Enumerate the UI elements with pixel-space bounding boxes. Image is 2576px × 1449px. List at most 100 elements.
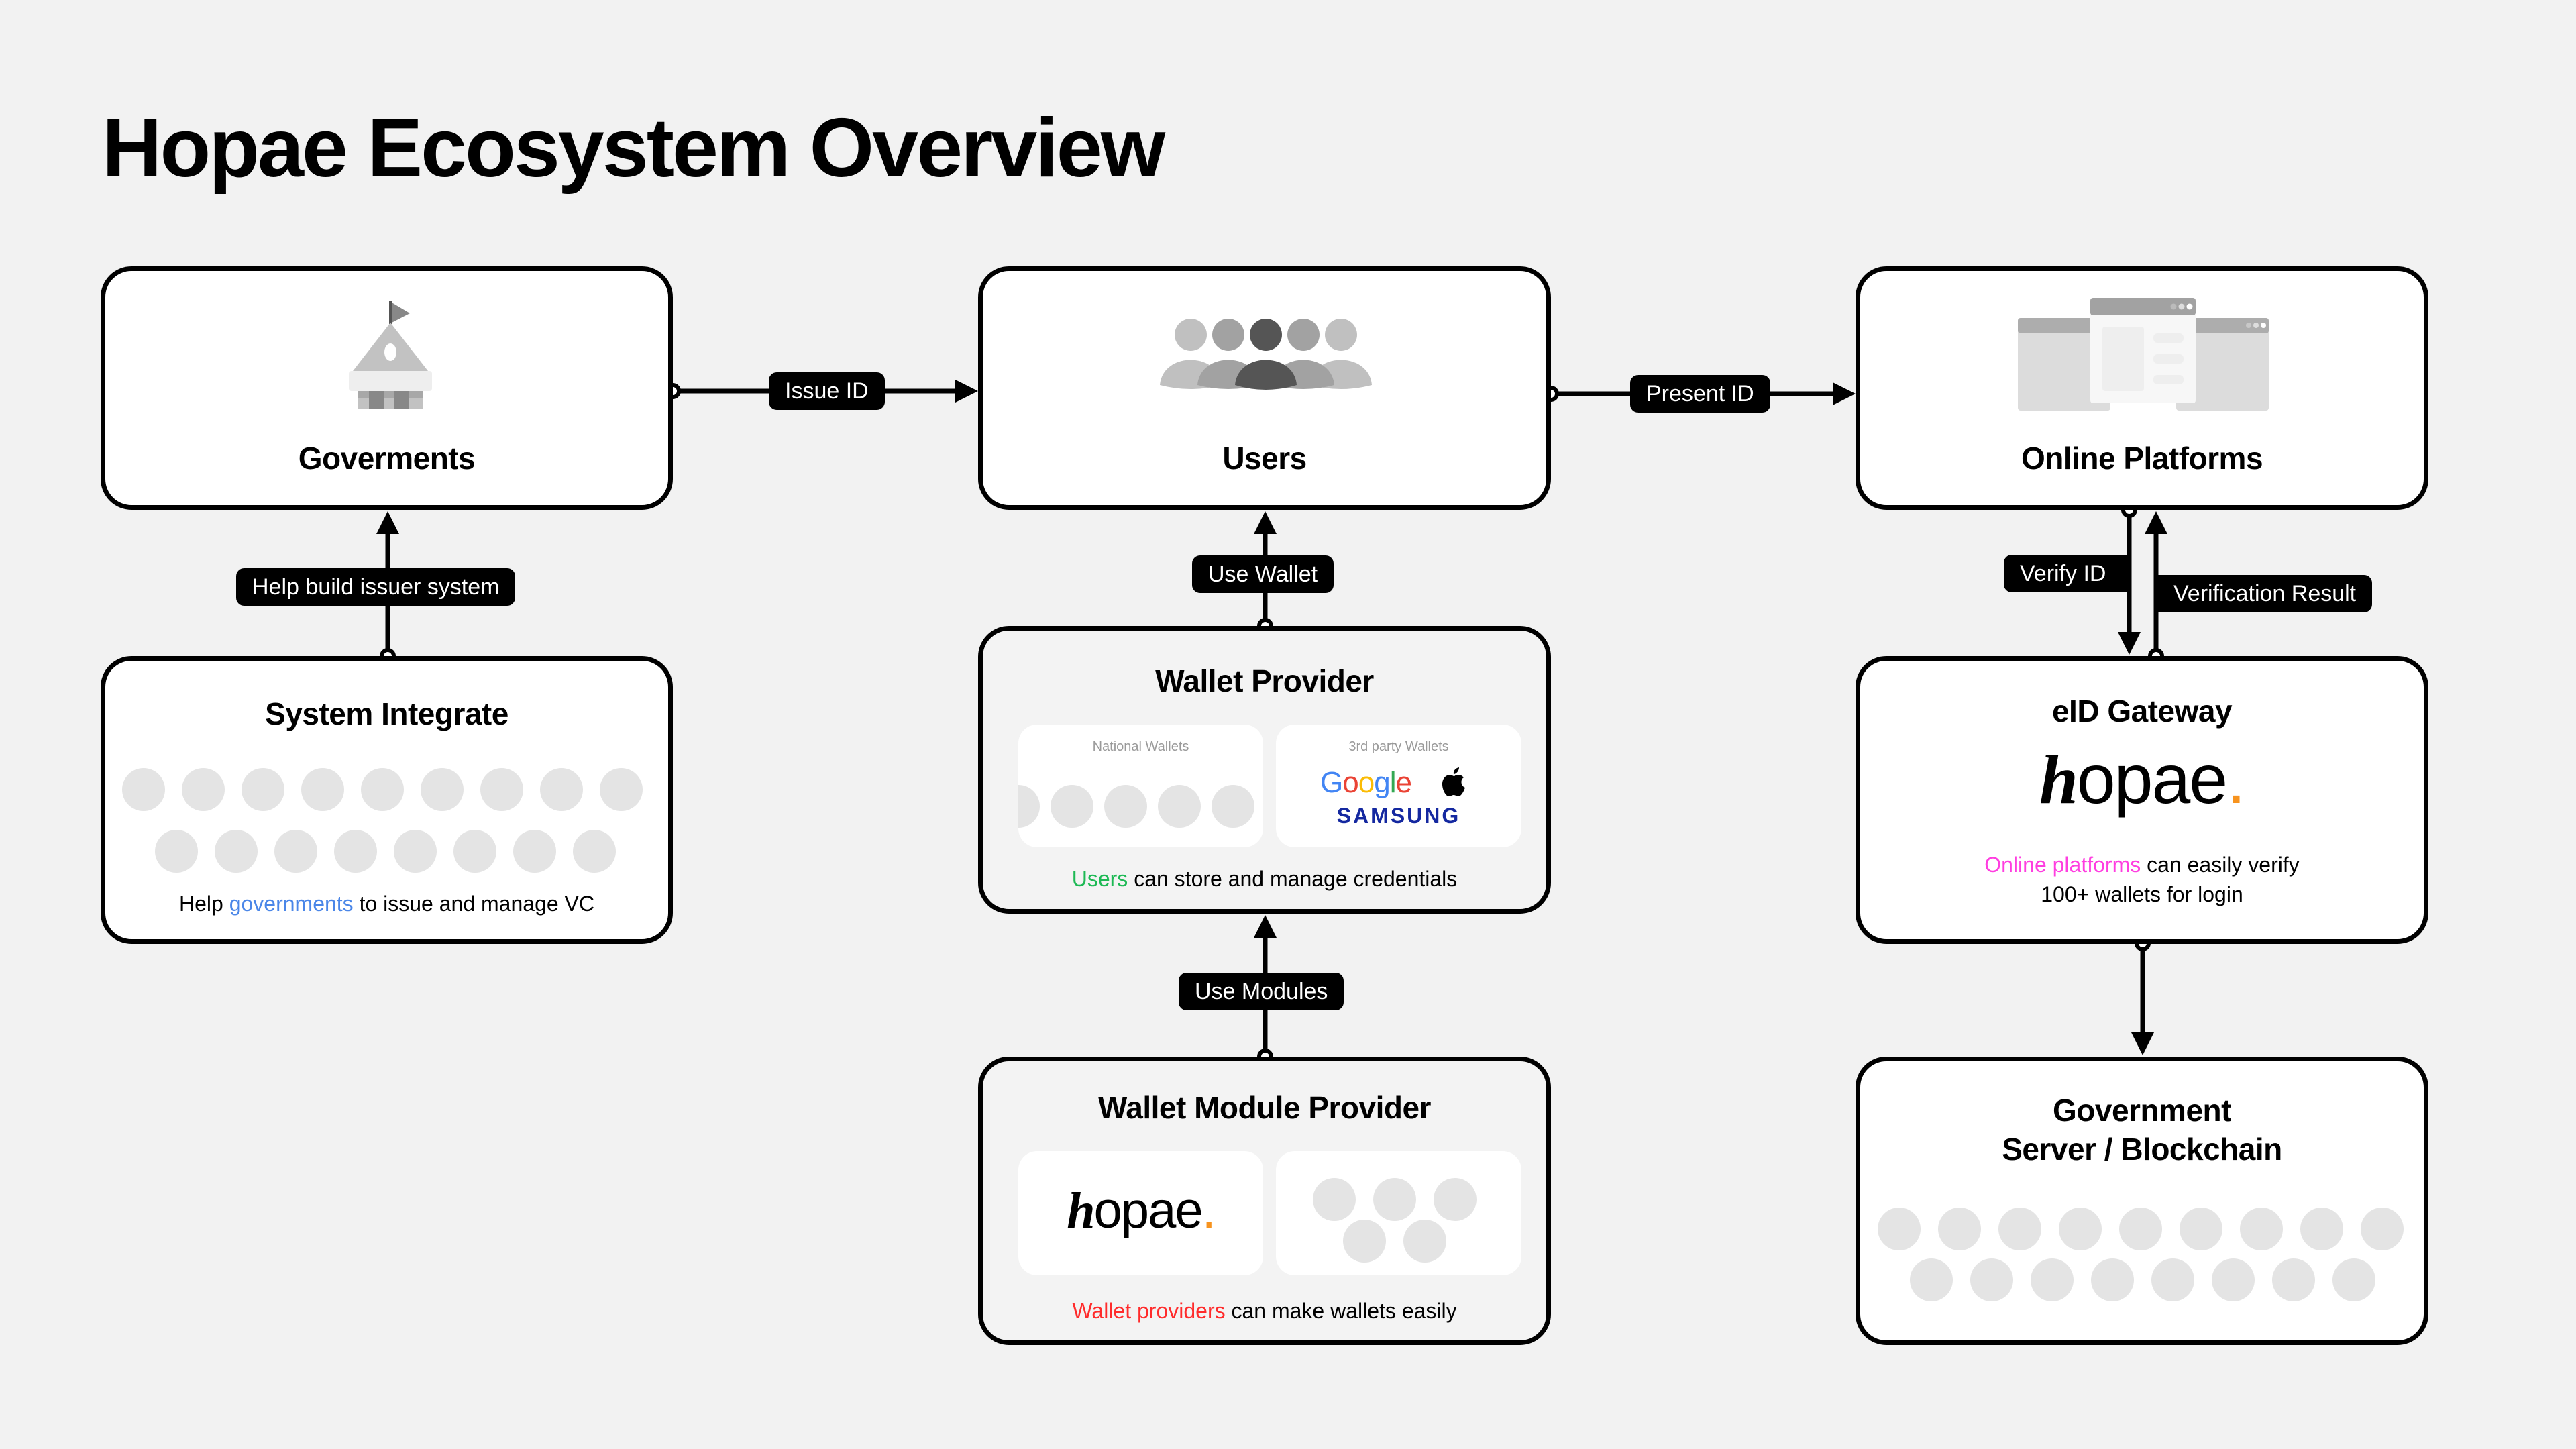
logo-placeholder xyxy=(1998,1208,2041,1250)
logo-placeholder xyxy=(1434,1178,1477,1221)
node-users[interactable]: Users xyxy=(978,266,1551,510)
card-label: National Wallets xyxy=(1092,739,1189,754)
arrowhead xyxy=(2118,632,2141,655)
caption-highlight: Users xyxy=(1071,867,1128,891)
edge-label-verification-result: Verification Result xyxy=(2156,575,2373,612)
logo-placeholder xyxy=(2031,1258,2074,1301)
arrowhead xyxy=(1833,382,1856,405)
edge-label-use-wallet: Use Wallet xyxy=(1192,555,1334,593)
edge-label-verify-id: Verify ID xyxy=(2004,555,2131,592)
node-title: eID Gateway xyxy=(2051,694,2233,729)
logo-placeholder xyxy=(241,768,284,811)
node-caption: Users can store and manage credentials xyxy=(1071,867,1458,891)
logo-placeholder xyxy=(1970,1258,2013,1301)
node-caption: Wallet providers can make wallets easily xyxy=(1072,1299,1457,1323)
google-logo: Google xyxy=(1320,766,1412,799)
node-title-line1: Government xyxy=(2053,1093,2231,1128)
node-government-server[interactable]: Government Server / Blockchain xyxy=(1856,1057,2428,1345)
logo-placeholder xyxy=(301,768,344,811)
logo-placeholder xyxy=(334,830,377,873)
arrowhead xyxy=(1254,915,1277,938)
edge-label-use-modules: Use Modules xyxy=(1179,973,1344,1010)
node-title: System Integrate xyxy=(265,696,508,731)
logo-placeholder xyxy=(1104,785,1147,828)
logo-placeholder xyxy=(1938,1208,1981,1250)
node-wallet-provider[interactable]: Wallet Provider National Wallets 3rd par… xyxy=(978,626,1551,914)
logo-placeholder xyxy=(1051,785,1093,828)
logo-placeholder xyxy=(1343,1220,1386,1263)
logo-placeholder xyxy=(2300,1208,2343,1250)
logo-placeholder xyxy=(540,768,583,811)
logo-placeholder xyxy=(215,830,258,873)
node-caption-line2: 100+ wallets for login xyxy=(2041,882,2243,906)
arrowhead xyxy=(2145,511,2167,534)
node-caption: Online platforms can easily verify xyxy=(1984,853,2300,877)
logo-placeholder xyxy=(2059,1208,2102,1250)
arrowhead xyxy=(2131,1032,2154,1055)
logo-placeholder xyxy=(480,768,523,811)
logo-placeholder xyxy=(1313,1178,1356,1221)
third-party-wallets-card: 3rd party Wallets Google SAMSUNG xyxy=(1276,724,1521,847)
logo-placeholder xyxy=(1403,1220,1446,1263)
samsung-logo: SAMSUNG xyxy=(1336,804,1461,828)
logo-placeholder xyxy=(1018,785,1040,828)
logo-placeholder xyxy=(2361,1208,2404,1250)
logo-placeholder xyxy=(361,768,404,811)
logo-placeholder xyxy=(2119,1208,2162,1250)
logo-placeholder xyxy=(2240,1208,2283,1250)
logo-placeholder xyxy=(2212,1258,2255,1301)
logo-placeholder xyxy=(2180,1208,2222,1250)
node-title: Wallet Module Provider xyxy=(1098,1090,1431,1125)
caption-highlight: governments xyxy=(229,892,354,916)
edge-label-issue-id: Issue ID xyxy=(769,372,885,410)
national-wallets-card: National Wallets xyxy=(1018,724,1263,847)
logo-placeholder xyxy=(122,768,165,811)
arrowhead xyxy=(955,380,978,402)
logo-placeholder xyxy=(1158,785,1201,828)
node-title: Users xyxy=(1222,441,1307,476)
arrowhead xyxy=(376,511,399,534)
node-eid-gateway[interactable]: eID Gateway hopae. Online platforms can … xyxy=(1856,656,2428,944)
caption-highlight: Wallet providers xyxy=(1072,1299,1226,1323)
node-title: Online Platforms xyxy=(2021,441,2263,476)
logo-placeholder xyxy=(2091,1258,2134,1301)
logo-placeholder xyxy=(453,830,496,873)
edge-label-present-id: Present ID xyxy=(1630,375,1770,413)
logo-placeholder xyxy=(155,830,198,873)
logo-placeholder xyxy=(2272,1258,2315,1301)
logo-placeholder xyxy=(2332,1258,2375,1301)
caption-highlight: Online platforms xyxy=(1984,853,2141,877)
hopae-module-card: hopae. xyxy=(1018,1151,1263,1275)
node-title: Wallet Provider xyxy=(1155,663,1374,698)
node-caption: Help governments to issue and manage VC xyxy=(178,892,594,916)
browser-windows-icon xyxy=(2018,298,2269,411)
government-building-icon xyxy=(349,301,432,409)
node-governments[interactable]: Goverments xyxy=(101,266,673,510)
node-wallet-module-provider[interactable]: Wallet Module Provider hopae. Wallet pro… xyxy=(978,1057,1551,1345)
logo-placeholder xyxy=(1910,1258,1953,1301)
logo-placeholder xyxy=(1878,1208,1921,1250)
node-title-line2: Server / Blockchain xyxy=(2002,1132,2282,1167)
logo-placeholder xyxy=(421,768,464,811)
apple-logo-icon xyxy=(1442,767,1465,796)
logo-placeholder xyxy=(513,830,556,873)
users-group-icon xyxy=(1160,319,1372,390)
logo-placeholder xyxy=(1373,1178,1416,1221)
hopae-logo: hopae. xyxy=(2039,741,2246,818)
logo-placeholder xyxy=(573,830,616,873)
other-modules-card xyxy=(1276,1151,1521,1275)
edge-label-help-build: Help build issuer system xyxy=(236,568,516,606)
logo-placeholder xyxy=(2151,1258,2194,1301)
node-system-integrate[interactable]: System Integrate Help governments to iss… xyxy=(101,656,673,944)
logo-placeholder xyxy=(1212,785,1254,828)
logo-placeholder xyxy=(274,830,317,873)
node-online-platforms[interactable]: Online Platforms xyxy=(1856,266,2428,510)
node-title: Goverments xyxy=(298,441,476,476)
card-label: 3rd party Wallets xyxy=(1348,739,1449,754)
page-title: Hopae Ecosystem Overview xyxy=(102,102,1165,195)
logo-placeholder xyxy=(600,768,643,811)
logo-placeholder xyxy=(394,830,437,873)
hopae-logo: hopae. xyxy=(1067,1182,1216,1239)
arrowhead xyxy=(1254,511,1277,534)
logo-placeholder xyxy=(182,768,225,811)
